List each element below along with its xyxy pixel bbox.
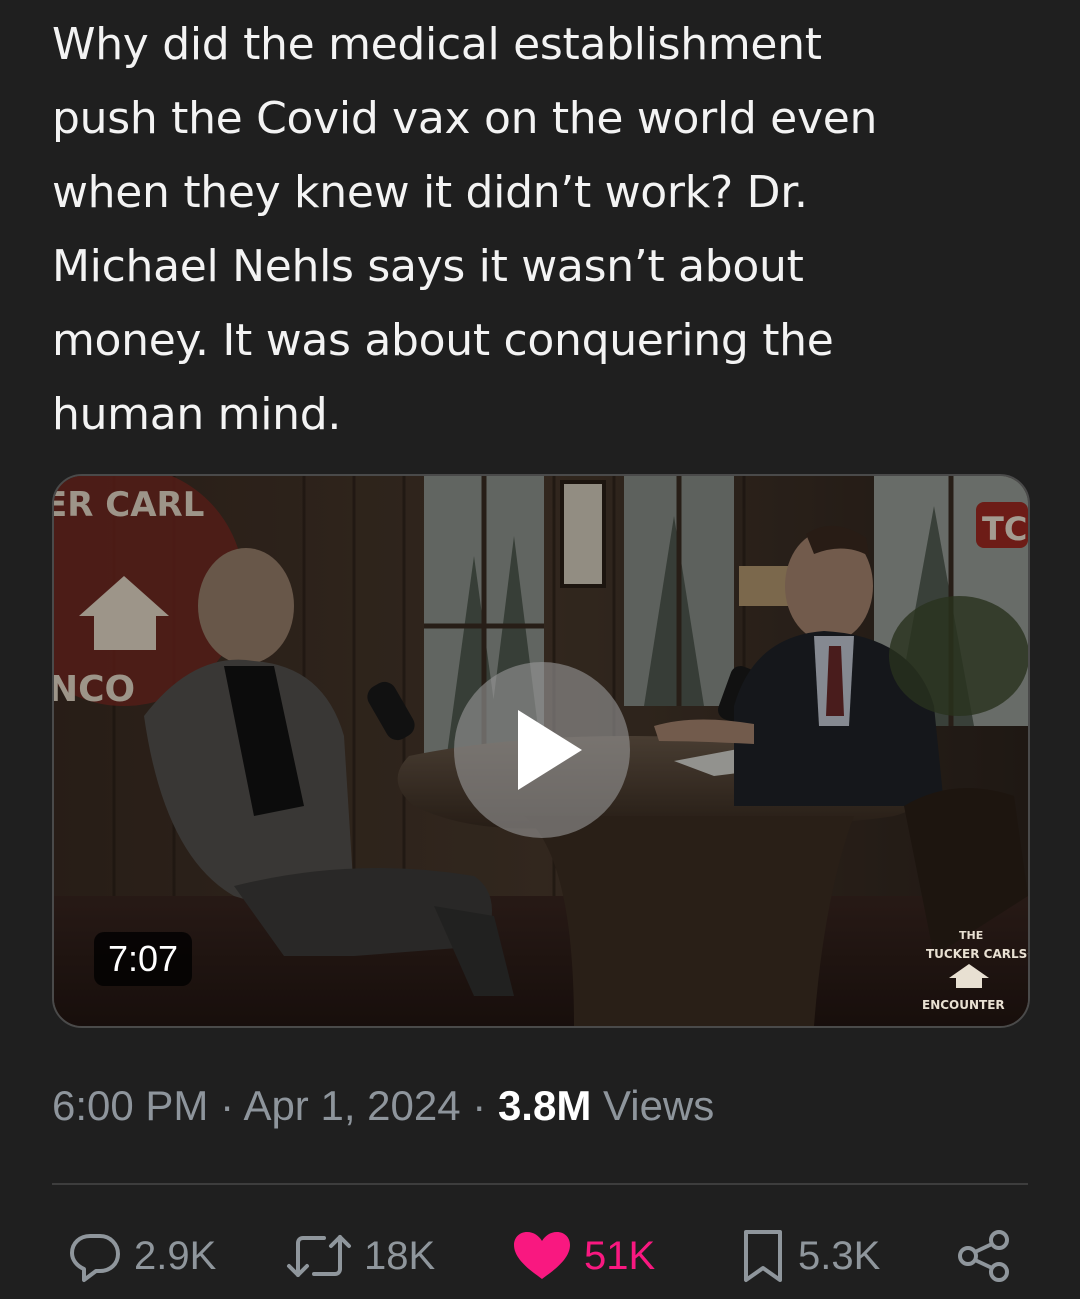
share-button[interactable] <box>955 1216 1013 1296</box>
bookmark-count: 5.3K <box>798 1233 881 1278</box>
watermark-encounter: ENCOUNTER <box>922 998 1005 1012</box>
bookmark-icon <box>744 1230 782 1282</box>
repost-count: 18K <box>364 1233 436 1278</box>
like-count: 51K <box>584 1233 656 1278</box>
watermark-the: THE <box>959 929 983 942</box>
like-button[interactable]: 51K <box>510 1216 655 1296</box>
reply-button[interactable]: 2.9K <box>66 1216 216 1296</box>
reply-count: 2.9K <box>134 1233 217 1278</box>
repost-arrows-icon <box>287 1235 351 1277</box>
repost-button[interactable]: 18K <box>284 1216 435 1296</box>
tweet-time[interactable]: 6:00 PM <box>52 1082 208 1129</box>
divider <box>52 1183 1028 1185</box>
watermark-arc: TUCKER CARLSON <box>926 947 1028 961</box>
tweet-date[interactable]: Apr 1, 2024 <box>243 1082 460 1129</box>
speech-bubble-icon <box>70 1234 120 1282</box>
tweet-meta: 6:00 PM · Apr 1, 2024 · 3.8M Views <box>52 1076 714 1136</box>
video-player[interactable]: ER CARL NCO TC THE TUCKER CARLS ENCOUNTE… <box>52 474 1030 1028</box>
play-icon <box>518 710 582 790</box>
views-count: 3.8M <box>497 1082 592 1129</box>
action-bar: 2.9K 18K 51K 5.3K <box>0 1216 1080 1296</box>
tweet-text: Why did the medical establishment push t… <box>52 19 878 440</box>
share-nodes-icon <box>958 1230 1009 1282</box>
meta-separator: · <box>460 1082 498 1129</box>
views-label: Views <box>591 1082 715 1129</box>
meta-separator: · <box>208 1082 244 1129</box>
play-button[interactable] <box>454 662 630 838</box>
heart-filled-icon <box>514 1232 570 1279</box>
video-duration: 7:07 <box>94 932 193 986</box>
bookmark-button[interactable]: 5.3K <box>738 1216 880 1296</box>
